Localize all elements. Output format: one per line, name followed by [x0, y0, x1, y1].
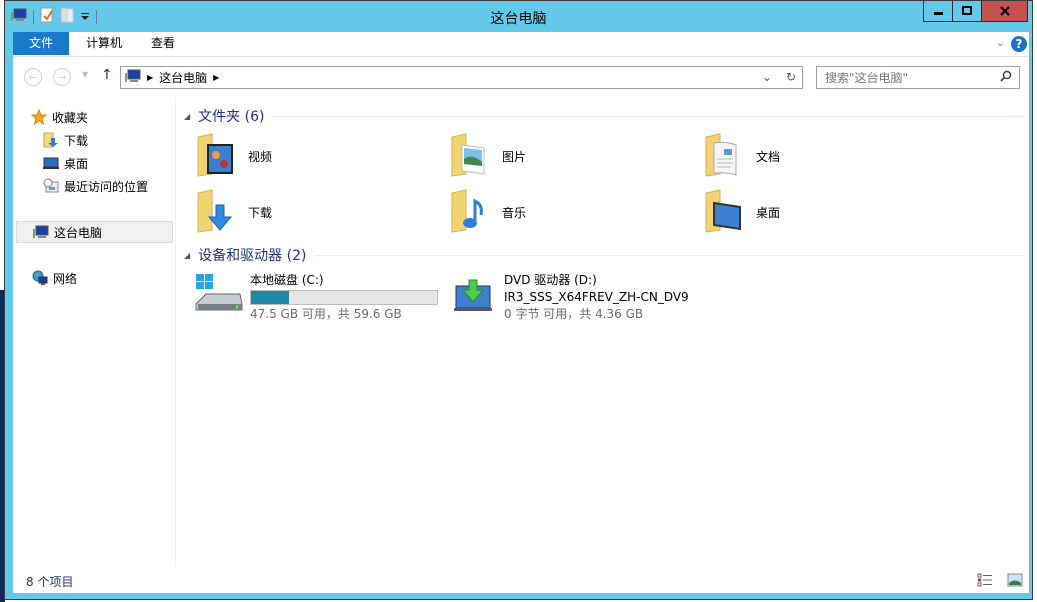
desktop-icon [43, 155, 59, 171]
sidebar-item-label: 这台电脑 [54, 225, 103, 240]
collapse-icon[interactable]: ◢ [184, 251, 190, 260]
help-icon[interactable]: ? [1011, 36, 1027, 52]
refresh-icon[interactable]: ↻ [786, 70, 796, 84]
explorer-window: 这台电脑 文件 计算机 查看 ⌄ ? ← → ▼ ↑ ▶ 这台电脑 ▶ ⌄ ↻ … [4, 0, 1033, 600]
sidebar-item-network[interactable]: 网络 [32, 267, 189, 289]
folder-tile-pictures[interactable]: 图片 [448, 130, 688, 182]
drive-tile-d[interactable]: DVD 驱动器 (D:) IR3_SSS_X64FREV_ZH-CN_DV9 0… [448, 272, 689, 323]
sidebar-item-label: 桌面 [64, 156, 89, 171]
maximize-button[interactable] [953, 1, 982, 21]
recent-places-icon [43, 178, 59, 194]
drive-usage-bar [250, 290, 438, 305]
tab-computer[interactable]: 计算机 [86, 32, 122, 55]
breadcrumb-separator-icon[interactable]: ▶ [147, 73, 153, 82]
group-header-label: 文件夹 (6) [198, 109, 265, 125]
large-icons-view-icon[interactable] [1007, 573, 1023, 590]
drive-tile-c[interactable]: 本地磁盘 (C:) 47.5 GB 可用，共 59.6 GB [194, 272, 438, 323]
minimize-button[interactable] [924, 1, 953, 21]
details-view-icon[interactable] [977, 573, 993, 590]
drive-free-space: 47.5 GB 可用，共 59.6 GB [250, 307, 402, 321]
navigation-bar: ← → ▼ ↑ ▶ 这台电脑 ▶ ⌄ ↻ [13, 57, 1029, 97]
collapse-icon[interactable]: ◢ [184, 112, 190, 121]
search-input[interactable] [817, 67, 987, 88]
view-switcher [977, 573, 1023, 590]
folder-label: 图片 [502, 149, 527, 164]
ribbon: 文件 计算机 查看 ⌄ ? [13, 32, 1029, 56]
videos-folder-icon [194, 131, 242, 182]
navigation-pane: 收藏夹 下载 桌面 最近访问的位置 这台电脑 网络 [13, 97, 176, 567]
drive-name: 本地磁盘 (C:) [250, 273, 324, 287]
sidebar-item-label: 网络 [53, 271, 78, 286]
sidebar-item-favorites[interactable]: 收藏夹 [31, 106, 188, 128]
documents-folder-icon [702, 131, 750, 182]
window-title: 这台电脑 [490, 11, 547, 27]
folder-tile-music[interactable]: 音乐 [448, 186, 688, 238]
download-folder-icon [43, 132, 59, 148]
search-icon[interactable] [1000, 70, 1012, 85]
status-bar: 8 个项目 [13, 567, 1029, 594]
drive-volume-label: IR3_SSS_X64FREV_ZH-CN_DV9 [504, 290, 689, 304]
drive-name: DVD 驱动器 (D:) [504, 273, 597, 287]
recent-locations-icon[interactable]: ▼ [82, 70, 88, 79]
window-controls [923, 1, 1028, 22]
drive-free-space: 0 字节 可用，共 4.36 GB [504, 307, 644, 321]
hard-drive-icon [194, 272, 244, 319]
downloads-folder-icon [194, 187, 242, 238]
search-box[interactable] [816, 66, 1020, 89]
group-header-label: 设备和驱动器 (2) [198, 248, 307, 264]
desktop-folder-icon [702, 187, 750, 238]
group-header-devices[interactable]: ◢ 设备和驱动器 (2) [184, 245, 1024, 265]
close-button[interactable] [982, 1, 1027, 21]
music-folder-icon [448, 187, 496, 238]
breadcrumb-item[interactable]: 这台电脑 [159, 69, 207, 86]
up-button[interactable]: ↑ [101, 67, 113, 83]
expand-ribbon-icon[interactable]: ⌄ [996, 36, 1005, 49]
tab-view[interactable]: 查看 [151, 32, 175, 55]
sidebar-item-label: 下载 [64, 133, 89, 148]
star-icon [31, 109, 47, 125]
folder-tile-documents[interactable]: 文档 [702, 130, 942, 182]
content-pane: ◢ 文件夹 (6) 视频 图片 文档 下载 音乐 桌面 ◢ 设备和驱动器 (2)… [176, 97, 1029, 567]
network-icon [32, 270, 48, 286]
pictures-folder-icon [448, 131, 496, 182]
sidebar-item-this-pc[interactable]: 这台电脑 [16, 221, 173, 243]
group-header-folders[interactable]: ◢ 文件夹 (6) [184, 106, 1024, 126]
folder-label: 文档 [756, 149, 781, 164]
folder-tile-downloads[interactable]: 下载 [194, 186, 434, 238]
folder-label: 音乐 [502, 205, 527, 220]
address-dropdown-icon[interactable]: ⌄ [762, 70, 772, 84]
folder-label: 下载 [248, 205, 273, 220]
address-bar[interactable]: ▶ 这台电脑 ▶ ⌄ ↻ [120, 66, 803, 89]
folder-tile-desktop[interactable]: 桌面 [702, 186, 942, 238]
tab-file[interactable]: 文件 [13, 32, 69, 55]
forward-button[interactable]: → [53, 68, 71, 86]
main-area: ← → ▼ ↑ ▶ 这台电脑 ▶ ⌄ ↻ 搜索"这台电脑" 收藏夹 下载 桌面 … [13, 56, 1029, 593]
drive-info: DVD 驱动器 (D:) IR3_SSS_X64FREV_ZH-CN_DV9 0… [504, 272, 689, 323]
title-bar[interactable]: 这台电脑 [5, 1, 1032, 31]
folder-label: 视频 [248, 149, 273, 164]
computer-icon [33, 224, 49, 240]
item-count: 8 个项目 [26, 575, 74, 589]
folder-tile-videos[interactable]: 视频 [194, 130, 434, 182]
drive-usage-fill [251, 291, 289, 304]
sidebar-item-label: 收藏夹 [52, 110, 89, 125]
dvd-drive-icon [448, 272, 498, 319]
sidebar-item-label: 最近访问的位置 [64, 179, 149, 194]
breadcrumb-separator-icon[interactable]: ▶ [213, 73, 219, 82]
computer-icon [125, 69, 141, 86]
back-button[interactable]: ← [24, 68, 42, 86]
drive-info: 本地磁盘 (C:) 47.5 GB 可用，共 59.6 GB [250, 272, 438, 323]
folder-label: 桌面 [756, 205, 781, 220]
